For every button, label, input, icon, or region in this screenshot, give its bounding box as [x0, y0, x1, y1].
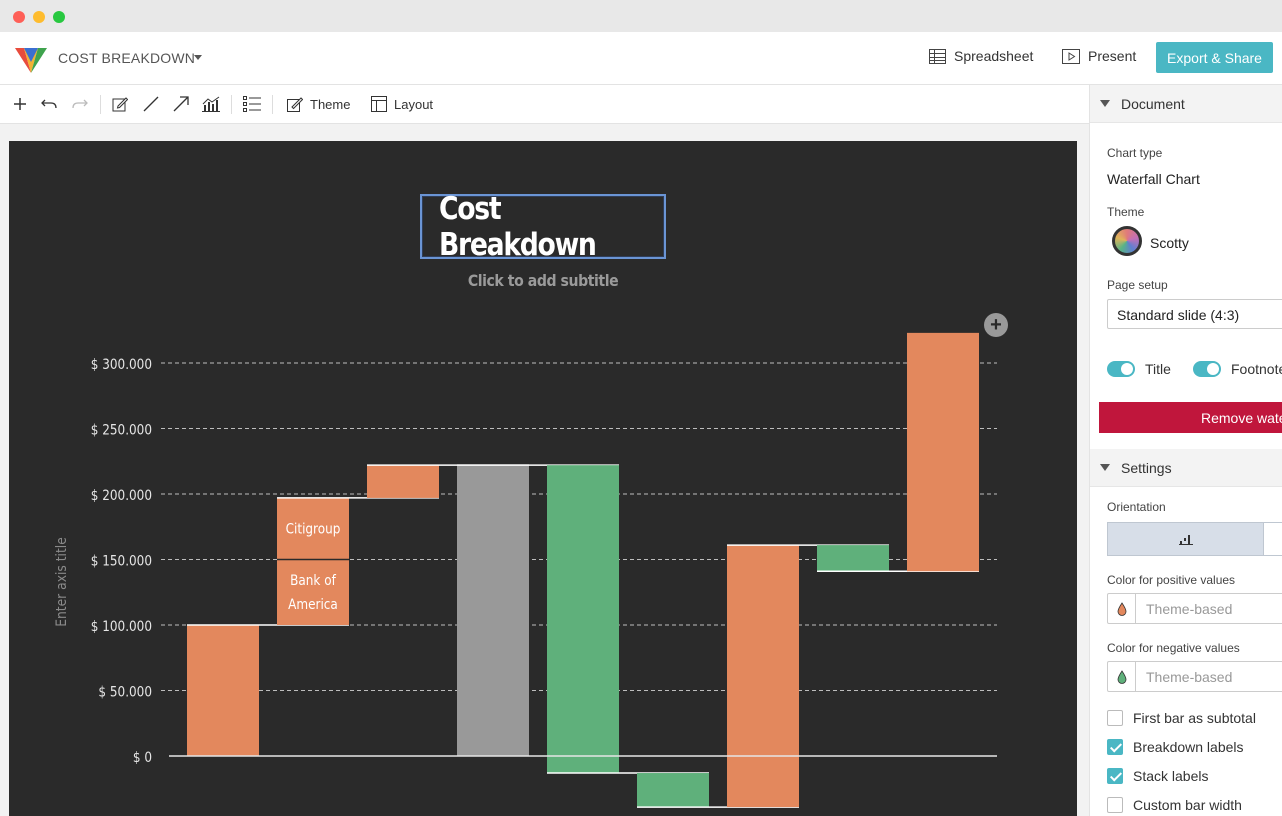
- breakdown-labels-checkbox[interactable]: [1107, 739, 1123, 755]
- waterfall-bar: [187, 625, 259, 756]
- toolbar-divider: [272, 95, 273, 114]
- arrow-icon[interactable]: [172, 95, 190, 113]
- y-axis-title: Enter axis title: [54, 537, 70, 627]
- export-share-button[interactable]: Export & Share: [1156, 42, 1273, 73]
- waterfall-bar: [637, 773, 709, 808]
- chart-title: Cost Breakdown: [438, 190, 597, 263]
- document-menu-caret-icon[interactable]: [194, 55, 202, 60]
- positive-color-drop-icon: [1108, 594, 1136, 623]
- close-window-button[interactable]: [13, 11, 25, 23]
- waterfall-bar: [727, 545, 799, 808]
- theme-icon: [287, 97, 303, 112]
- collapse-triangle-icon: [1100, 464, 1110, 471]
- undo-icon[interactable]: [40, 95, 58, 113]
- theme-button[interactable]: Theme: [287, 96, 350, 112]
- chart-card[interactable]: $ 0 $ 50.000 $ 100.000 $ 150.000 $ 200.000 $ …: [9, 141, 1077, 816]
- footnote-toggle-label: Footnote: [1231, 361, 1282, 377]
- remove-watermark-button[interactable]: Remove wate: [1099, 402, 1282, 433]
- y-tick-label: $ 100.000: [91, 619, 152, 635]
- y-tick-label: $ 50.000: [98, 685, 152, 701]
- orientation-vertical-button[interactable]: [1107, 522, 1264, 556]
- settings-section-title: Settings: [1121, 460, 1172, 476]
- chart-canvas-area: $ 0 $ 50.000 $ 100.000 $ 150.000 $ 200.000 $ …: [0, 124, 1089, 816]
- breakdown-label: America: [288, 597, 338, 613]
- first-bar-subtotal-label: First bar as subtotal: [1133, 710, 1256, 726]
- waterfall-bar: [457, 465, 529, 756]
- app-window: COST BREAKDOWN Spreadsheet Present Expor…: [0, 0, 1282, 816]
- footnote-toggle[interactable]: [1193, 361, 1221, 377]
- present-label: Present: [1088, 48, 1137, 64]
- layout-label: Layout: [394, 96, 434, 112]
- custom-bar-width-checkbox[interactable]: [1107, 797, 1123, 813]
- theme-label: Theme: [310, 96, 351, 112]
- custom-bar-width-label: Custom bar width: [1133, 797, 1242, 813]
- collapse-triangle-icon: [1100, 100, 1110, 107]
- y-tick-label: $ 300.000: [91, 357, 152, 373]
- redo-icon[interactable]: [71, 95, 89, 113]
- y-tick-label: $ 150.000: [91, 554, 152, 570]
- stack-labels-label: Stack labels: [1133, 768, 1209, 784]
- line-icon[interactable]: [142, 95, 160, 113]
- document-section-header[interactable]: Document: [1090, 85, 1282, 123]
- positive-color-field[interactable]: Theme-based: [1107, 593, 1282, 624]
- negative-color-drop-icon: [1108, 662, 1136, 691]
- settings-panel: Document Chart type Waterfall Chart Them…: [1089, 85, 1282, 816]
- spreadsheet-label: Spreadsheet: [954, 48, 1034, 64]
- settings-section-header[interactable]: Settings: [1090, 449, 1282, 487]
- theme-value[interactable]: Scotty: [1150, 235, 1189, 251]
- breakdown-labels-label: Breakdown labels: [1133, 739, 1244, 755]
- spreadsheet-icon: [929, 48, 946, 64]
- y-tick-label: $ 200.000: [91, 488, 152, 504]
- add-icon[interactable]: [11, 95, 29, 113]
- toolbar-divider: [231, 95, 232, 114]
- chart-type-label: Chart type: [1107, 146, 1163, 160]
- list-icon[interactable]: [243, 95, 261, 113]
- chart-type-value[interactable]: Waterfall Chart: [1107, 171, 1200, 187]
- negative-color-placeholder: Theme-based: [1146, 669, 1233, 685]
- document-section-title: Document: [1121, 96, 1185, 112]
- y-tick-label: $ 250.000: [91, 423, 152, 439]
- theme-swatch-icon[interactable]: [1112, 226, 1142, 256]
- edit-icon[interactable]: [111, 95, 129, 113]
- chart-icon[interactable]: [202, 95, 220, 113]
- orientation-label: Orientation: [1107, 500, 1166, 514]
- title-toggle-label: Title: [1145, 361, 1171, 377]
- document-title[interactable]: COST BREAKDOWN: [58, 50, 195, 66]
- page-setup-select[interactable]: Standard slide (4:3): [1107, 299, 1282, 329]
- layout-button[interactable]: Layout: [371, 96, 433, 112]
- y-tick-label: $ 0: [133, 750, 152, 766]
- waterfall-bar: [547, 465, 619, 774]
- orientation-horizontal-button[interactable]: [1263, 522, 1282, 556]
- positive-color-placeholder: Theme-based: [1146, 601, 1233, 617]
- negative-color-label: Color for negative values: [1107, 641, 1240, 655]
- chart-subtitle[interactable]: Click to add subtitle: [73, 271, 1013, 290]
- breakdown-label: Bank of: [290, 573, 336, 589]
- theme-section-label: Theme: [1107, 205, 1145, 219]
- zoom-window-button[interactable]: [53, 11, 65, 23]
- app-logo-icon[interactable]: [14, 43, 48, 75]
- first-bar-subtotal-checkbox[interactable]: [1107, 710, 1123, 726]
- add-data-icon[interactable]: +: [984, 313, 1008, 337]
- window-titlebar: [0, 0, 1282, 32]
- vertical-orientation-icon: [1178, 535, 1193, 545]
- toolbar-divider: [100, 95, 101, 114]
- positive-color-label: Color for positive values: [1107, 573, 1236, 587]
- present-icon: [1062, 48, 1080, 64]
- editor-toolbar: Theme Layout: [0, 85, 1089, 124]
- stack-labels-checkbox[interactable]: [1107, 768, 1123, 784]
- page-setup-label: Page setup: [1107, 278, 1168, 292]
- waterfall-bar: [817, 545, 889, 572]
- breakdown-label: Citigroup: [286, 522, 341, 538]
- chart-title-editor[interactable]: Cost Breakdown: [420, 191, 666, 263]
- present-button[interactable]: Present: [1062, 48, 1136, 64]
- negative-color-field[interactable]: Theme-based: [1107, 661, 1282, 692]
- waterfall-bar: [367, 465, 439, 498]
- title-toggle[interactable]: [1107, 361, 1135, 377]
- waterfall-bar: [907, 332, 979, 572]
- app-header: COST BREAKDOWN Spreadsheet Present Expor…: [0, 32, 1282, 85]
- layout-icon: [371, 96, 387, 112]
- minimize-window-button[interactable]: [33, 11, 45, 23]
- spreadsheet-button[interactable]: Spreadsheet: [929, 48, 1033, 64]
